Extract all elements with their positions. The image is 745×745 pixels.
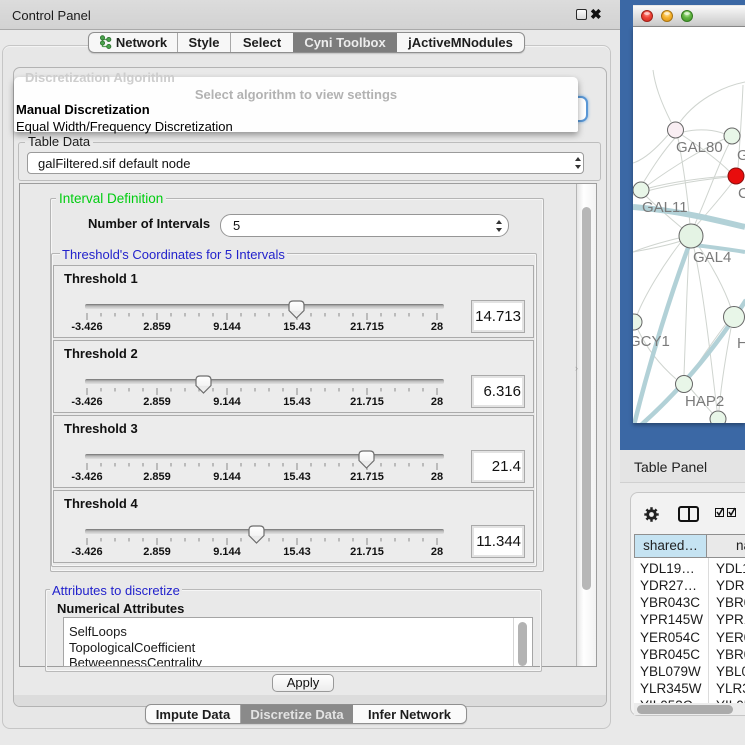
svg-text:GCY1: GCY1 <box>633 333 670 350</box>
svg-text:H: H <box>737 335 745 352</box>
svg-text:HAP2: HAP2 <box>685 393 724 410</box>
svg-text:C: C <box>738 185 745 202</box>
svg-text:GAL11: GAL11 <box>642 199 688 216</box>
svg-text:GAL80: GAL80 <box>676 139 723 156</box>
svg-text:GAL4: GAL4 <box>693 249 731 266</box>
svg-text:GA: GA <box>737 147 745 164</box>
